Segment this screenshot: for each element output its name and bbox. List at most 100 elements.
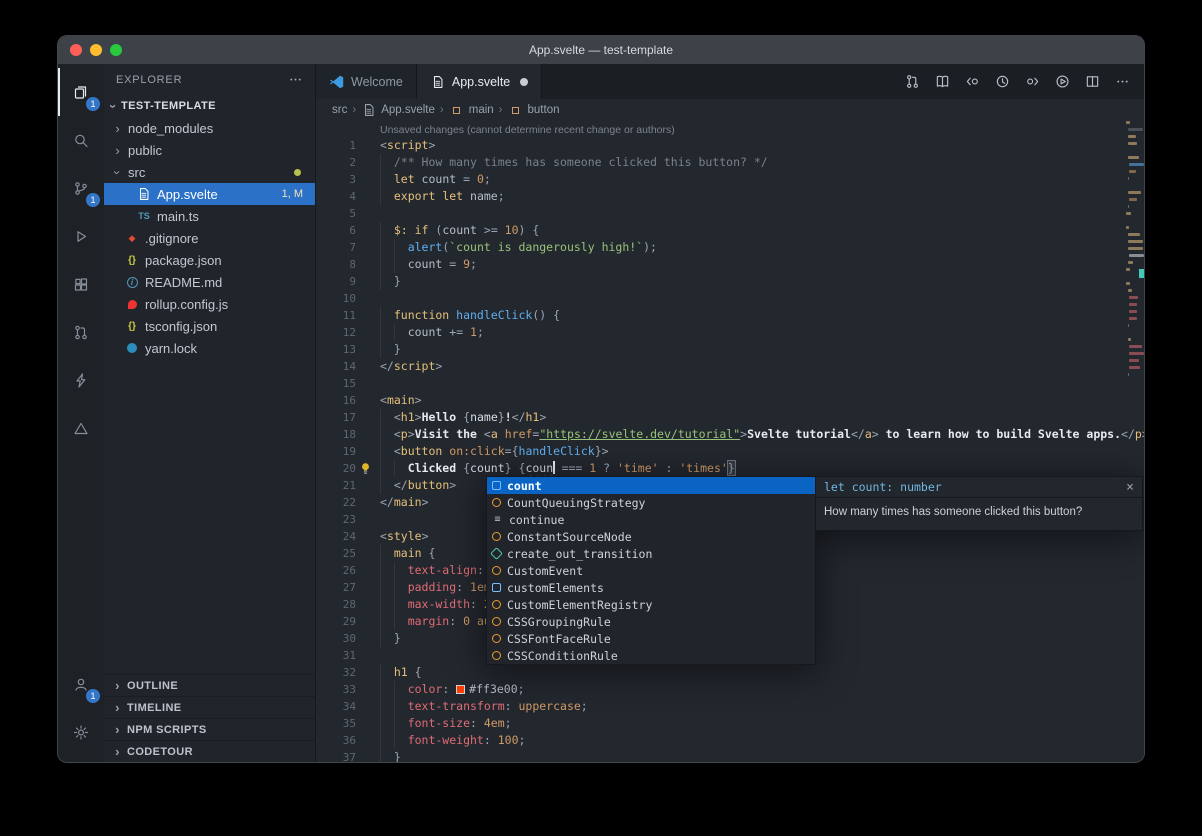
next-change-icon[interactable] — [1024, 74, 1040, 90]
breadcrumb-button[interactable]: button — [508, 102, 560, 118]
code-line-10[interactable]: 10 — [316, 290, 1144, 307]
code-line-7[interactable]: 7alert(`count is dangerously high!`); — [316, 239, 1144, 256]
line-number: 14 — [316, 358, 356, 375]
breadcrumb-app-svelte[interactable]: App.svelte — [361, 102, 435, 118]
activity-extensions[interactable] — [58, 260, 104, 308]
code-line-4[interactable]: 4export let name; — [316, 188, 1144, 205]
file-label: yarn.lock — [145, 341, 197, 356]
suggest-item-constantsourcenode[interactable]: ConstantSourceNode — [487, 528, 815, 545]
code-line-16[interactable]: 16<main> — [316, 392, 1144, 409]
breadcrumb-main[interactable]: main — [449, 102, 494, 118]
activity-extension-triangle[interactable] — [58, 404, 104, 452]
tree-item-src[interactable]: ›src — [104, 161, 315, 183]
code-line-8[interactable]: 8count = 9; — [316, 256, 1144, 273]
tree-item-yarn-lock[interactable]: yarn.lock — [104, 337, 315, 359]
suggest-label: continue — [509, 513, 564, 527]
code-token: : — [470, 597, 484, 611]
minimap[interactable] — [1126, 121, 1142, 380]
code-line-1[interactable]: 1<script> — [316, 137, 1144, 154]
badge: 1 — [86, 689, 100, 703]
suggest-item-countqueuingstrategy[interactable]: CountQueuingStrategy — [487, 494, 815, 511]
code-line-15[interactable]: 15 — [316, 375, 1144, 392]
activity-github-pull-requests[interactable] — [58, 308, 104, 356]
suggest-item-create-out-transition[interactable]: create_out_transition — [487, 545, 815, 562]
code-line-3[interactable]: 3let count = 0; — [316, 171, 1144, 188]
tab-app-svelte[interactable]: App.svelte — [417, 64, 542, 99]
gutter — [356, 375, 380, 392]
code-line-32[interactable]: 32h1 { — [316, 664, 1144, 681]
activity-source-control[interactable]: 1 — [58, 164, 104, 212]
code-line-18[interactable]: 18<p>Visit the <a href="https://svelte.d… — [316, 426, 1144, 443]
section-outline[interactable]: ›OUTLINE — [104, 674, 315, 696]
zoom-button[interactable] — [110, 44, 122, 56]
code-line-36[interactable]: 36font-weight: 100; — [316, 732, 1144, 749]
suggest-item-continue[interactable]: ≡continue — [487, 511, 815, 528]
tree-item-gitignore[interactable]: ◆.gitignore — [104, 227, 315, 249]
minimize-button[interactable] — [90, 44, 102, 56]
code-token: += — [442, 325, 470, 339]
close-button[interactable] — [70, 44, 82, 56]
code-line-13[interactable]: 13} — [316, 341, 1144, 358]
code-line-33[interactable]: 33color: #ff3e00; — [316, 681, 1144, 698]
code-line-14[interactable]: 14</script> — [316, 358, 1144, 375]
suggest-item-cssgroupingrule[interactable]: CSSGroupingRule — [487, 613, 815, 630]
code-line-2[interactable]: 2/** How many times has someone clicked … — [316, 154, 1144, 171]
code-line-35[interactable]: 35font-size: 4em; — [316, 715, 1144, 732]
tree-item-main-ts[interactable]: TSmain.ts — [104, 205, 315, 227]
section-npm-scripts[interactable]: ›NPM SCRIPTS — [104, 718, 315, 740]
suggest-item-customelementregistry[interactable]: CustomElementRegistry — [487, 596, 815, 613]
suggest-item-cssconditionrule[interactable]: CSSConditionRule — [487, 647, 815, 664]
suggest-label: CSSFontFaceRule — [507, 632, 611, 646]
code-line-9[interactable]: 9} — [316, 273, 1144, 290]
file-label: tsconfig.json — [145, 319, 217, 334]
open-preview-icon[interactable] — [934, 74, 950, 90]
code-line-5[interactable]: 5 — [316, 205, 1144, 222]
activity-run-and-debug[interactable] — [58, 212, 104, 260]
breadcrumb-src[interactable]: src — [332, 104, 347, 116]
tree-item-app-svelte[interactable]: App.svelte1, M — [104, 183, 315, 205]
activity-remote-explorer[interactable] — [58, 356, 104, 404]
code-token: > — [415, 393, 422, 407]
code-token: = — [442, 257, 463, 271]
code-line-37[interactable]: 37} — [316, 749, 1144, 762]
tree-item-package-json[interactable]: {}package.json — [104, 249, 315, 271]
section-timeline[interactable]: ›TIMELINE — [104, 696, 315, 718]
editor[interactable]: Unsaved changes (cannot determine recent… — [316, 121, 1144, 762]
tree-item-tsconfig-json[interactable]: {}tsconfig.json — [104, 315, 315, 337]
file-history-icon[interactable] — [994, 74, 1010, 90]
code-line-34[interactable]: 34text-transform: uppercase; — [316, 698, 1144, 715]
gutter — [356, 256, 380, 273]
code-line-17[interactable]: 17<h1>Hello {name}!</h1> — [316, 409, 1144, 426]
code-line-19[interactable]: 19<button on:click={handleClick}> — [316, 443, 1144, 460]
suggest-item-customelements[interactable]: customElements — [487, 579, 815, 596]
explorer-more-actions-icon[interactable] — [287, 72, 303, 88]
section-codetour[interactable]: ›CODETOUR — [104, 740, 315, 762]
run-file-icon[interactable] — [1054, 74, 1070, 90]
previous-change-icon[interactable] — [964, 74, 980, 90]
tree-item-node-modules[interactable]: ›node_modules — [104, 117, 315, 139]
tree-item-readme-md[interactable]: iREADME.md — [104, 271, 315, 293]
kind-class-icon — [492, 617, 501, 626]
lightbulb-icon[interactable] — [359, 462, 372, 475]
activity-accounts[interactable]: 1 — [58, 660, 104, 708]
suggest-item-customevent[interactable]: CustomEvent — [487, 562, 815, 579]
more-actions-icon[interactable] — [1114, 74, 1130, 90]
activity-search[interactable] — [58, 116, 104, 164]
project-header[interactable]: › TEST-TEMPLATE — [104, 95, 315, 117]
split-editor-icon[interactable] — [1084, 74, 1100, 90]
code-token: #ff3e00 — [469, 682, 517, 696]
code-line-20[interactable]: 20Clicked {count} {coun === 1 ? 'time' :… — [316, 460, 1144, 477]
code-token: let — [442, 189, 470, 203]
pull-request-icon[interactable] — [904, 74, 920, 90]
tree-item-rollup-config-js[interactable]: rollup.config.js — [104, 293, 315, 315]
code-line-11[interactable]: 11function handleClick() { — [316, 307, 1144, 324]
activity-explorer[interactable]: 1 — [58, 68, 104, 116]
activity-settings[interactable] — [58, 708, 104, 756]
code-line-12[interactable]: 12count += 1; — [316, 324, 1144, 341]
tab-welcome[interactable]: Welcome — [316, 64, 417, 99]
code-line-6[interactable]: 6$: if (count >= 10) { — [316, 222, 1144, 239]
tree-item-public[interactable]: ›public — [104, 139, 315, 161]
suggest-item-count[interactable]: count — [487, 477, 815, 494]
close-icon[interactable]: × — [1126, 481, 1134, 494]
suggest-item-cssfontfacerule[interactable]: CSSFontFaceRule — [487, 630, 815, 647]
